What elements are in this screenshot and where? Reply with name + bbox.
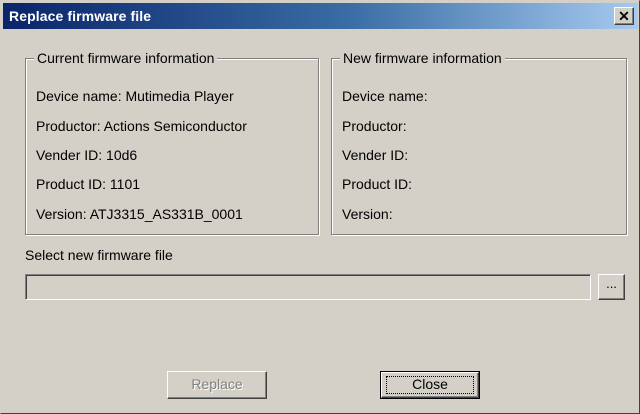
browse-button[interactable]: ... (598, 274, 625, 300)
new-firmware-legend: New firmware information (340, 50, 505, 66)
current-productor: Productor: Actions Semiconductor (36, 118, 247, 134)
current-version: Version: ATJ3315_AS331B_0001 (36, 206, 243, 222)
new-productor: Productor: (342, 118, 407, 134)
replace-button[interactable]: Replace (167, 371, 267, 399)
title-bar: Replace firmware file ✕ (3, 3, 638, 29)
firmware-file-path-input[interactable] (25, 274, 591, 300)
current-firmware-group: Current firmware information Device name… (25, 50, 319, 235)
select-file-label: Select new firmware file (25, 247, 173, 263)
replace-firmware-dialog: Replace firmware file ✕ Current firmware… (0, 0, 640, 414)
close-icon[interactable]: ✕ (614, 7, 634, 25)
close-button-label: Close (412, 376, 448, 392)
new-vender-id: Vender ID: (342, 147, 409, 163)
window-title: Replace firmware file (9, 8, 152, 24)
new-device-name: Device name: (342, 88, 428, 104)
current-device-name: Device name: Mutimedia Player (36, 88, 234, 104)
new-product-id: Product ID: (342, 176, 413, 192)
close-button[interactable]: Close (380, 371, 480, 399)
new-firmware-group: New firmware information Device name: Pr… (331, 50, 627, 235)
current-vender-id: Vender ID: 10d6 (36, 147, 138, 163)
new-version: Version: (342, 206, 393, 222)
current-product-id: Product ID: 1101 (36, 176, 141, 192)
current-firmware-legend: Current firmware information (34, 50, 218, 66)
